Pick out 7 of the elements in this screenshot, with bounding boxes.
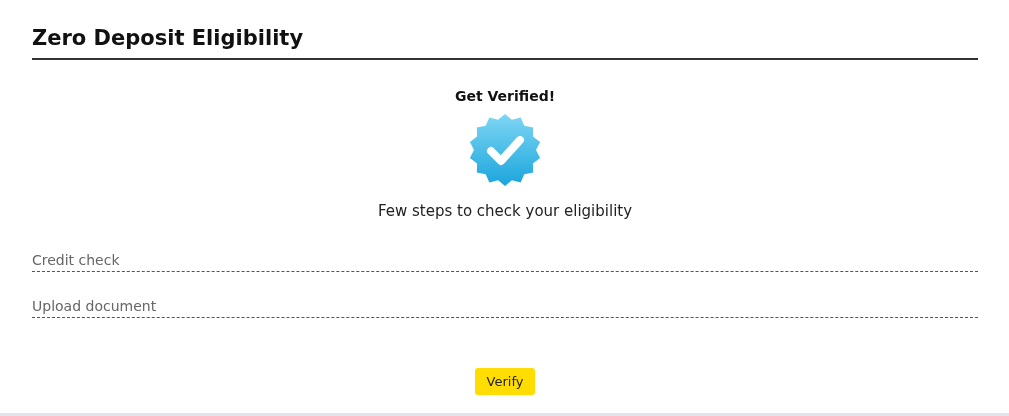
- step-link[interactable]: Upload document: [32, 298, 978, 318]
- step-link[interactable]: Credit check: [32, 252, 978, 272]
- subtitle: Few steps to check your eligibility: [377, 202, 633, 220]
- verify-button[interactable]: Verify: [474, 368, 536, 395]
- page-title: Zero Deposit Eligibility: [32, 24, 978, 60]
- heading: Get Verified!: [454, 88, 556, 104]
- verified-badge-icon: [469, 114, 541, 186]
